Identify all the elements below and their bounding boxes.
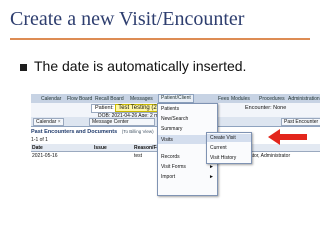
tab-past-encounter-label: Past Encounter (284, 119, 319, 125)
close-icon[interactable]: × (58, 119, 61, 125)
menu-item-current[interactable]: Current (210, 145, 227, 151)
chevron-right-icon: ► (209, 174, 214, 180)
menu-item-create-visit[interactable]: Create Visit (210, 135, 236, 141)
chevron-right-icon: ► (209, 164, 214, 170)
visits-submenu: Create Visit Current Visit History (206, 132, 252, 164)
title-divider (10, 38, 310, 40)
tab-past-encounter[interactable]: Past Encounter (281, 118, 320, 126)
tab-message-center-label: Message Center (92, 119, 129, 125)
nav-recall-board[interactable]: Recall Board (95, 96, 124, 102)
cell-date: 2021-05-16 (32, 153, 58, 159)
nav-fees[interactable]: Fees (218, 96, 229, 102)
menu-item-new-search[interactable]: New/Search (161, 116, 188, 122)
menu-item-visit-history[interactable]: Visit History (210, 155, 236, 161)
emr-screenshot: Calendar Flow Board Recall Board Message… (31, 92, 320, 240)
bullet-icon (20, 64, 27, 71)
slide-title: Create a new Visit/Encounter (10, 8, 245, 30)
section-title-text: Past Encounters and Documents (31, 129, 118, 135)
menu-item-visit-forms[interactable]: Visit Forms (161, 164, 186, 170)
nav-modules[interactable]: Modules (231, 96, 250, 102)
col-date: Date (32, 145, 43, 151)
tab-message-center[interactable]: Message Center (89, 118, 155, 126)
nav-calendar[interactable]: Calendar (41, 96, 61, 102)
cell-reason: test (134, 153, 143, 159)
menu-item-import[interactable]: Import (161, 174, 175, 180)
nav-administration[interactable]: Administration (288, 96, 320, 102)
section-title: Past Encounters and Documents (To Billin… (31, 129, 154, 135)
patient-name[interactable]: Test Testing (2) (115, 104, 162, 112)
menu-item-visits[interactable]: Visits (161, 137, 173, 143)
patient-label: Patient: (95, 105, 114, 111)
menu-item-records[interactable]: Records (161, 154, 180, 160)
menu-item-patients[interactable]: Patients (161, 106, 179, 112)
nav-messages[interactable]: Messages (130, 96, 153, 102)
tab-calendar[interactable]: Calendar × (33, 118, 64, 126)
nav-patient-client[interactable]: Patient/Client (158, 94, 194, 103)
bullet-text: The date is automatically inserted. (34, 58, 247, 74)
nav-flow-board[interactable]: Flow Board (67, 96, 92, 102)
encounter-status: Encounter: None (245, 105, 287, 111)
record-count: 1-1 of 1 (31, 137, 48, 143)
tab-calendar-label: Calendar (36, 119, 57, 125)
col-issue: Issue (94, 145, 107, 151)
menu-item-summary[interactable]: Summary (161, 126, 182, 132)
nav-procedures[interactable]: Procedures (259, 96, 285, 102)
billing-view-link[interactable]: (To Billing View) (122, 129, 154, 134)
red-arrow-icon (268, 129, 307, 145)
